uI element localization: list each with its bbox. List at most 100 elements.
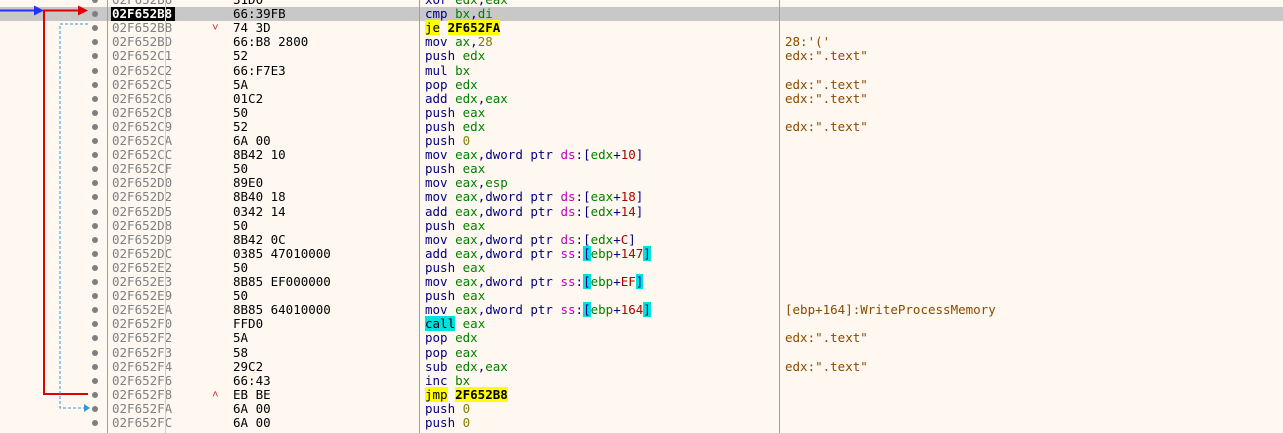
instruction-row[interactable]: 02F652CA 6A 00 push 0 [0, 134, 1283, 148]
address-cell[interactable]: 02F652D9 [112, 232, 172, 247]
bytes-cell[interactable]: 50 [233, 218, 248, 233]
address-cell[interactable]: 02F652F8 [112, 387, 172, 402]
instruction-row[interactable]: 02F652B631D0xor edx,eax [0, 0, 1283, 7]
address-cell[interactable]: 02F652C2 [112, 63, 172, 78]
instruction-row[interactable]: 02F652CF 50 push eax [0, 162, 1283, 176]
instruction-row[interactable]: 02F652E3 8B85 EF000000 mov eax,dword ptr s… [0, 274, 1283, 289]
disassembly-cell[interactable]: sub edx,eax [425, 359, 508, 374]
bytes-cell[interactable]: 74 3D [233, 21, 271, 35]
address-cell[interactable]: 02F652E2 [112, 260, 172, 275]
bytes-cell[interactable]: 5A [233, 77, 248, 92]
instruction-row[interactable]: 02F652EA 8B85 64010000 mov eax,dword ptr s… [0, 302, 1283, 318]
bytes-cell[interactable]: 50 [233, 105, 248, 120]
instruction-row[interactable]: 02F652C6 01C2 add edx,eax edx:".text" [0, 91, 1283, 106]
bytes-cell[interactable]: 50 [233, 260, 248, 275]
disassembly-cell[interactable]: mov eax,dword ptr ds:[eax+18] [425, 190, 643, 204]
address-cell[interactable]: 02F652C6 [112, 91, 172, 106]
address-cell[interactable]: 02F652F2 [112, 331, 172, 345]
bytes-cell[interactable]: 58 [233, 345, 248, 360]
instruction-row[interactable]: 02F652E9 50 push eax [0, 289, 1283, 303]
address-cell[interactable]: 02F652F6 [112, 373, 172, 388]
disassembly-cell[interactable]: mov ax,28 [425, 35, 493, 49]
address-cell[interactable]: 02F652C8 [112, 105, 172, 120]
instruction-row[interactable]: 02F652C8 50 push eax [0, 105, 1283, 120]
disassembly-cell[interactable]: pop edx [425, 331, 478, 345]
instruction-row[interactable]: 02F652D8 50 push eax [0, 218, 1283, 233]
address-cell[interactable]: 02F652F0 [112, 317, 172, 331]
disassembly-cell[interactable]: add eax,dword ptr ds:[edx+14] [425, 204, 643, 219]
comment-cell[interactable]: edx:".text" [785, 49, 868, 63]
bytes-cell[interactable]: 8B40 18 [233, 190, 286, 204]
address-cell[interactable]: 02F652C9 [112, 119, 172, 134]
disassembly-cell[interactable]: push eax [425, 289, 485, 303]
instruction-row[interactable]: 02F652C2 66:F7E3 mul bx [0, 63, 1283, 78]
bytes-cell[interactable]: 8B42 10 [233, 148, 286, 162]
comment-cell[interactable]: edx:".text" [785, 359, 868, 374]
disassembly-cell[interactable]: push eax [425, 105, 485, 120]
address-cell[interactable]: 02F652EA [112, 303, 172, 317]
address-cell[interactable]: 02F652F4 [112, 359, 172, 374]
address-cell[interactable]: 02F652C1 [112, 49, 172, 63]
instruction-row[interactable]: 02F652DC 0385 47010000 add eax,dword ptr s… [0, 245, 1283, 261]
instruction-row[interactable]: 02F652FA 6A 00 push 0 [0, 401, 1283, 416]
bytes-cell[interactable]: 8B85 EF000000 [233, 275, 331, 289]
instruction-row[interactable]: 02F652D9 8B42 0C mov eax,dword ptr ds:[edx… [0, 232, 1283, 247]
address-cell[interactable]: 02F652E3 [112, 275, 172, 289]
instruction-row[interactable]: 02F652F2 5A pop edx edx:".text" [0, 331, 1283, 345]
address-cell[interactable]: 02F652E9 [112, 289, 172, 303]
disassembly-cell[interactable]: mov eax,dword ptr ss:[ebp+164] [425, 302, 651, 318]
instruction-row[interactable]: 02F652BD 66:B8 2800 mov ax,28 28:'(' [0, 35, 1283, 49]
disassembly-cell[interactable]: mov eax,dword ptr ds:[edx+C] [425, 232, 636, 247]
disassembly-cell[interactable]: mov eax,esp [425, 176, 508, 190]
bytes-cell[interactable]: 6A 00 [233, 134, 271, 148]
disassembly-cell[interactable]: cmp bx,di [425, 7, 493, 21]
disassembly-cell[interactable]: pop eax [425, 345, 478, 360]
bytes-cell[interactable]: 5A [233, 331, 248, 345]
disassembly-cell[interactable]: je 2F652FA [425, 20, 501, 36]
disassembly-cell[interactable]: push eax [425, 260, 485, 275]
bytes-cell[interactable]: 66:B8 2800 [233, 35, 308, 49]
bytes-cell[interactable]: 6A 00 [233, 416, 271, 430]
bytes-cell[interactable]: 0342 14 [233, 204, 286, 219]
comment-cell[interactable]: edx:".text" [785, 119, 868, 134]
disassembly-view[interactable]: 02F652B631D0xor edx,eax02F652B866:39FBcm… [0, 0, 1283, 433]
bytes-cell[interactable]: 50 [233, 289, 248, 303]
address-cell[interactable]: 02F652C5 [112, 77, 172, 92]
bytes-cell[interactable]: 66:43 [233, 373, 271, 388]
instruction-row[interactable]: 02F652F3 58 pop eax [0, 345, 1283, 360]
instruction-row[interactable]: 02F652D2 8B40 18 mov eax,dword ptr ds:[eax… [0, 190, 1283, 204]
address-cell[interactable]: 02F652D2 [112, 190, 172, 204]
disassembly-cell[interactable]: push eax [425, 218, 485, 233]
disassembly-cell[interactable]: mul bx [425, 63, 470, 78]
address-cell[interactable]: 02F652BB [112, 21, 172, 35]
instruction-row[interactable]: 02F652FC 6A 00 push 0 [0, 416, 1283, 430]
instruction-row[interactable]: 02F652B8 66:39FB cmp bx,di [0, 7, 1283, 22]
disassembly-cell[interactable]: mov eax,dword ptr ds:[edx+10] [425, 148, 643, 162]
instruction-row[interactable]: 02F652C9 52 push edx edx:".text" [0, 119, 1283, 134]
instruction-row[interactable]: 02F652D0 89E0 mov eax,esp [0, 176, 1283, 190]
disassembly-cell[interactable]: push edx [425, 49, 485, 63]
address-cell[interactable]: 02F652D0 [112, 176, 172, 190]
disassembly-cell[interactable]: push 0 [425, 134, 470, 148]
instruction-row[interactable]: 02F652F8 ˄ EB BE jmp 2F652B8 [0, 386, 1283, 402]
bytes-cell[interactable]: 01C2 [233, 91, 263, 106]
comment-cell[interactable]: [ebp+164]:WriteProcessMemory [785, 303, 996, 317]
address-cell[interactable]: 02F652FA [112, 401, 172, 416]
bytes-cell[interactable]: FFD0 [233, 317, 263, 331]
comment-cell[interactable]: edx:".text" [785, 91, 868, 106]
disassembly-cell[interactable]: push edx [425, 119, 485, 134]
disassembly-cell[interactable]: add edx,eax [425, 91, 508, 106]
comment-cell[interactable]: edx:".text" [785, 331, 868, 345]
address-cell[interactable]: 02F652DC [112, 246, 172, 261]
instruction-row[interactable]: 02F652C1 52 push edx edx:".text" [0, 49, 1283, 63]
address-cell[interactable]: 02F652D5 [112, 204, 172, 219]
instruction-row[interactable]: 02F652C5 5A pop edx edx:".text" [0, 77, 1283, 92]
bytes-cell[interactable]: 8B42 0C [233, 232, 286, 247]
disassembly-cell[interactable]: push 0 [425, 401, 470, 416]
bytes-cell[interactable]: 52 [233, 119, 248, 134]
bytes-cell[interactable]: 66:F7E3 [233, 63, 286, 78]
address-cell[interactable]: 02F652CA [112, 134, 172, 148]
address-cell[interactable]: 02F652CF [112, 162, 172, 176]
disassembly-cell[interactable]: pop edx [425, 77, 478, 92]
bytes-cell[interactable]: 0385 47010000 [233, 246, 331, 261]
